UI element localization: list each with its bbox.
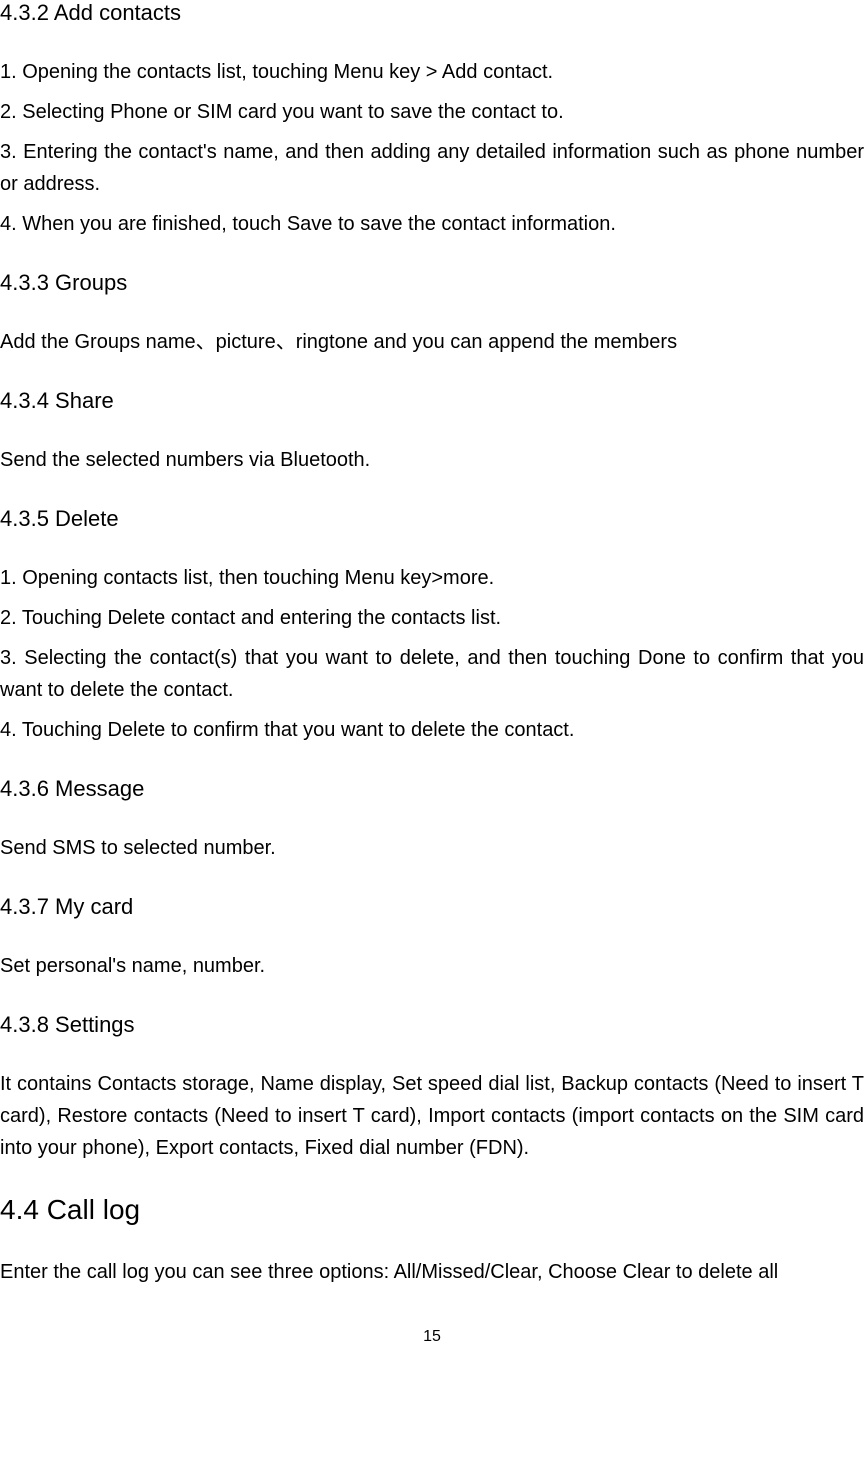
heading-groups: 4.3.3 Groups xyxy=(0,270,864,296)
step-text: 4. When you are finished, touch Save to … xyxy=(0,208,864,240)
page-number: 15 xyxy=(0,1328,864,1346)
heading-message: 4.3.6 Message xyxy=(0,776,864,802)
call-log-body: Enter the call log you can see three opt… xyxy=(0,1256,864,1288)
document-page: 4.3.2 Add contacts 1. Opening the contac… xyxy=(0,0,864,1386)
step-text: 2. Selecting Phone or SIM card you want … xyxy=(0,96,864,128)
step-text: 1. Opening contacts list, then touching … xyxy=(0,562,864,594)
heading-add-contacts: 4.3.2 Add contacts xyxy=(0,0,864,26)
step-text: 4. Touching Delete to confirm that you w… xyxy=(0,714,864,746)
step-text: 3. Selecting the contact(s) that you wan… xyxy=(0,642,864,706)
my-card-body: Set personal's name, number. xyxy=(0,950,864,982)
message-body: Send SMS to selected number. xyxy=(0,832,864,864)
heading-my-card: 4.3.7 My card xyxy=(0,894,864,920)
heading-delete: 4.3.5 Delete xyxy=(0,506,864,532)
step-text: 1. Opening the contacts list, touching M… xyxy=(0,56,864,88)
delete-body: 1. Opening contacts list, then touching … xyxy=(0,562,864,746)
heading-call-log: 4.4 Call log xyxy=(0,1194,864,1226)
heading-share: 4.3.4 Share xyxy=(0,388,864,414)
settings-body: It contains Contacts storage, Name displ… xyxy=(0,1068,864,1164)
step-text: 3. Entering the contact's name, and then… xyxy=(0,136,864,200)
add-contacts-body: 1. Opening the contacts list, touching M… xyxy=(0,56,864,240)
heading-settings: 4.3.8 Settings xyxy=(0,1012,864,1038)
share-body: Send the selected numbers via Bluetooth. xyxy=(0,444,864,476)
step-text: 2. Touching Delete contact and entering … xyxy=(0,602,864,634)
groups-body: Add the Groups name、picture、ringtone and… xyxy=(0,326,864,358)
